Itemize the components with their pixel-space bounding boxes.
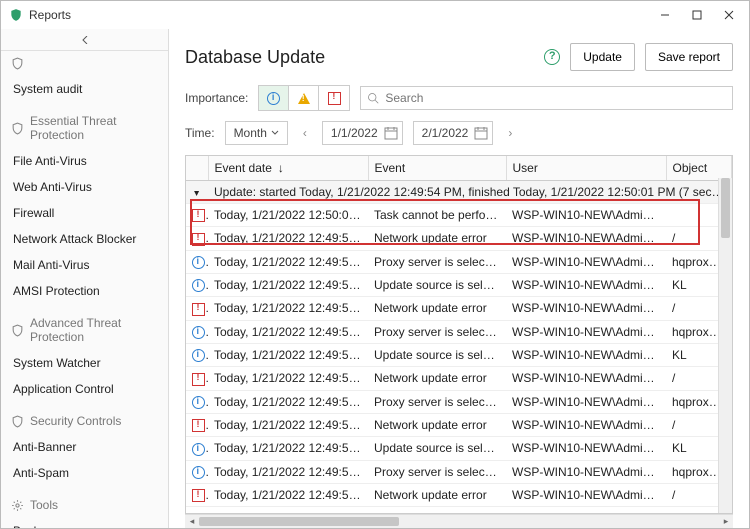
sidebar-item[interactable]: Application Control: [1, 376, 168, 402]
chevron-down-icon: [271, 129, 279, 137]
save-report-button[interactable]: Save report: [645, 43, 733, 71]
importance-info-toggle[interactable]: [259, 86, 289, 110]
sidebar-group[interactable]: Essential Threat Protection: [1, 108, 168, 148]
search-field[interactable]: [360, 86, 733, 110]
table-row[interactable]: Today, 1/21/2022 12:49:59 PMNetwork upda…: [186, 367, 732, 390]
critical-icon: [192, 419, 205, 432]
search-icon: [367, 92, 379, 104]
close-button[interactable]: [713, 3, 745, 27]
table-header-row: Event date Event User Object: [186, 156, 732, 181]
date-to-field[interactable]: 2/1/2022: [413, 121, 494, 145]
table-row[interactable]: Today, 1/21/2022 12:49:59 PMUpdate sourc…: [186, 273, 732, 296]
importance-crit-toggle[interactable]: [319, 86, 349, 110]
table-row[interactable]: Today, 1/21/2022 12:49:59 PMNetwork upda…: [186, 413, 732, 436]
sidebar-group-icon[interactable]: [1, 51, 168, 76]
reports-window: Reports System audit Essential Threat Pro…: [0, 0, 750, 529]
sidebar-item[interactable]: Network Attack Blocker: [1, 226, 168, 252]
critical-icon: [192, 209, 205, 222]
maximize-button[interactable]: [681, 3, 713, 27]
sidebar-item[interactable]: Web Anti-Virus: [1, 174, 168, 200]
info-icon: [192, 279, 205, 292]
sidebar-item[interactable]: Anti-Banner: [1, 434, 168, 460]
sidebar-item[interactable]: Firewall: [1, 200, 168, 226]
col-event-date[interactable]: Event date: [208, 156, 368, 181]
table-row[interactable]: Today, 1/21/2022 12:49:59 PMProxy server…: [186, 320, 732, 343]
titlebar: Reports: [1, 1, 749, 29]
sidebar-group[interactable]: Tools: [1, 492, 168, 518]
importance-warn-toggle[interactable]: [289, 86, 319, 110]
time-label: Time:: [185, 126, 215, 140]
critical-icon: [192, 373, 205, 386]
table-row[interactable]: Today, 1/21/2022 12:50:00 PMTask cannot …: [186, 204, 732, 227]
importance-label: Importance:: [185, 91, 248, 105]
sidebar: System auditEssential Threat ProtectionF…: [1, 29, 169, 528]
info-icon: [192, 256, 205, 269]
col-object[interactable]: Object: [666, 156, 732, 181]
search-input[interactable]: [385, 91, 726, 105]
horizontal-scrollbar[interactable]: ◂▸: [185, 514, 733, 528]
info-icon: [192, 349, 205, 362]
update-button[interactable]: Update: [570, 43, 635, 71]
sidebar-group[interactable]: Security Controls: [1, 408, 168, 434]
calendar-icon: [474, 126, 488, 140]
sidebar-group[interactable]: Advanced Threat Protection: [1, 310, 168, 350]
table-row[interactable]: Today, 1/21/2022 12:49:59 PMUpdate sourc…: [186, 437, 732, 460]
sidebar-item[interactable]: File Anti-Virus: [1, 148, 168, 174]
app-shield-icon: [9, 8, 23, 22]
table-row[interactable]: Today, 1/21/2022 12:49:59 PMUpdate sourc…: [186, 343, 732, 366]
calendar-icon: [384, 126, 398, 140]
col-user[interactable]: User: [506, 156, 666, 181]
page-title: Database Update: [185, 47, 534, 68]
group-row[interactable]: ▸Update: started Today, 1/21/2022 12:49:…: [186, 181, 732, 204]
events-table: Event date Event User Object ▸Update: st…: [185, 155, 733, 514]
critical-icon: [192, 303, 205, 316]
window-title: Reports: [29, 8, 71, 22]
table-row[interactable]: Today, 1/21/2022 12:49:59 PMNetwork upda…: [186, 483, 732, 506]
info-icon: [192, 396, 205, 409]
vertical-scrollbar[interactable]: [718, 178, 732, 513]
sidebar-collapse-button[interactable]: [1, 29, 168, 51]
info-icon: [192, 326, 205, 339]
table-row[interactable]: Today, 1/21/2022 12:49:59 PMProxy server…: [186, 250, 732, 273]
date-next-button[interactable]: ›: [503, 126, 517, 140]
importance-filter: [258, 85, 350, 111]
info-icon: [192, 466, 205, 479]
sidebar-item[interactable]: Backup: [1, 518, 168, 528]
table-row[interactable]: Today, 1/21/2022 12:49:59 PMNetwork upda…: [186, 297, 732, 320]
sidebar-item[interactable]: Mail Anti-Virus: [1, 252, 168, 278]
col-event[interactable]: Event: [368, 156, 506, 181]
date-prev-button[interactable]: ‹: [298, 126, 312, 140]
table-row[interactable]: Today, 1/21/2022 12:49:59 PMNetwork upda…: [186, 227, 732, 250]
date-from-field[interactable]: 1/1/2022: [322, 121, 403, 145]
sidebar-item[interactable]: AMSI Protection: [1, 278, 168, 304]
help-icon[interactable]: ?: [544, 49, 560, 65]
minimize-button[interactable]: [649, 3, 681, 27]
expand-icon: ▸: [192, 191, 203, 196]
sidebar-item[interactable]: System Watcher: [1, 350, 168, 376]
critical-icon: [192, 489, 205, 502]
sidebar-item[interactable]: System audit: [1, 76, 168, 102]
sidebar-item[interactable]: Anti-Spam: [1, 460, 168, 486]
time-range-dropdown[interactable]: Month: [225, 121, 288, 145]
table-row[interactable]: Today, 1/21/2022 12:49:59 PMProxy server…: [186, 460, 732, 483]
critical-icon: [192, 233, 205, 246]
main-panel: Database Update ? Update Save report Imp…: [169, 29, 749, 528]
info-icon: [192, 443, 205, 456]
table-row[interactable]: Today, 1/21/2022 12:49:59 PMProxy server…: [186, 390, 732, 413]
